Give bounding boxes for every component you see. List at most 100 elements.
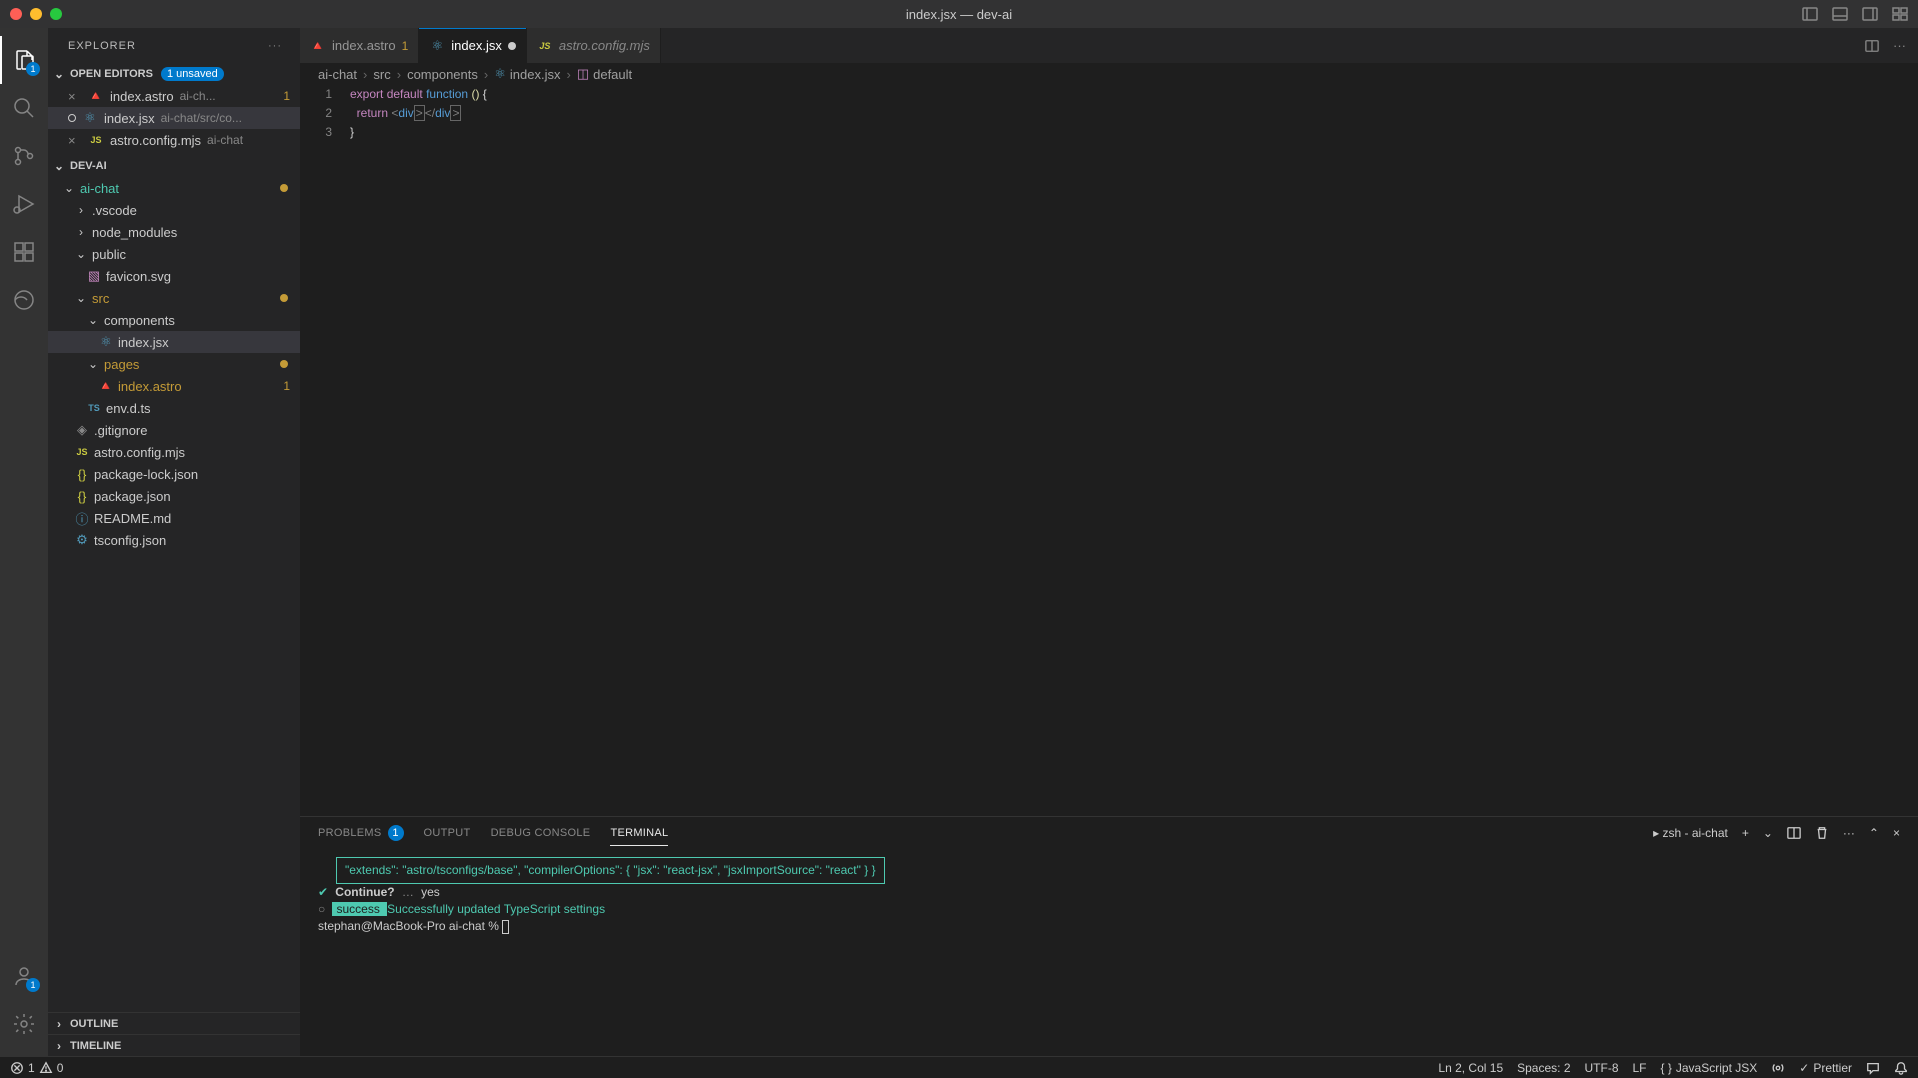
status-ln-col[interactable]: Ln 2, Col 15 — [1438, 1061, 1503, 1075]
status-bell-icon[interactable] — [1894, 1061, 1908, 1075]
panel-tab-output[interactable]: OUTPUT — [424, 821, 471, 845]
folder-public[interactable]: ⌄ public — [48, 243, 300, 265]
tab-astro-config[interactable]: JS astro.config.mjs — [527, 28, 661, 63]
panel-left-icon[interactable] — [1802, 6, 1818, 22]
tsconfig-file-icon: ⚙ — [74, 532, 90, 548]
panel-bottom-icon[interactable] — [1832, 6, 1848, 22]
terminal-shell-name[interactable]: ▸ zsh - ai-chat — [1653, 826, 1728, 840]
crumb[interactable]: src — [373, 67, 390, 82]
status-prettier[interactable]: ✓ Prettier — [1799, 1061, 1852, 1075]
tab-label: index.astro — [332, 38, 396, 53]
folder-src[interactable]: ⌄ src — [48, 287, 300, 309]
open-editors-header[interactable]: ⌄ OPEN EDITORS 1 unsaved — [48, 63, 300, 85]
maximize-panel-icon[interactable]: ⌃ — [1869, 826, 1879, 840]
react-file-icon: ⚛ — [82, 110, 98, 126]
status-lang[interactable]: { } JavaScript JSX — [1661, 1061, 1758, 1075]
crumb[interactable]: ai-chat — [318, 67, 357, 82]
breadcrumb[interactable]: ai-chat › src › components › ⚛ index.jsx… — [300, 63, 1918, 85]
file-readme[interactable]: ⓘ README.md — [48, 507, 300, 529]
file-gitignore[interactable]: ◈ .gitignore — [48, 419, 300, 441]
open-editor-item[interactable]: × JS astro.config.mjs ai-chat — [48, 129, 300, 151]
activity-search[interactable] — [0, 84, 48, 132]
minimize-window[interactable] — [30, 8, 42, 20]
file-index-jsx[interactable]: ⚛ index.jsx — [48, 331, 300, 353]
workspace-label: DEV-AI — [70, 160, 107, 172]
activity-extensions[interactable] — [0, 228, 48, 276]
activity-edge[interactable] — [0, 276, 48, 324]
crumb[interactable]: ⚛ index.jsx — [494, 66, 560, 82]
open-editor-item[interactable]: ⚛ index.jsx ai-chat/src/co... — [48, 107, 300, 129]
main-area: 🔺 index.astro 1 ⚛ index.jsx JS astro.con… — [300, 28, 1918, 1056]
crumb[interactable]: ◫ default — [577, 66, 632, 82]
workspace-header[interactable]: ⌄ DEV-AI — [48, 155, 300, 177]
file-package-json[interactable]: {} package.json — [48, 485, 300, 507]
folder-vscode[interactable]: › .vscode — [48, 199, 300, 221]
crumb[interactable]: components — [407, 67, 478, 82]
maximize-window[interactable] — [50, 8, 62, 20]
tab-index-jsx[interactable]: ⚛ index.jsx — [419, 28, 527, 63]
close-icon[interactable]: × — [68, 89, 82, 104]
panel-right-icon[interactable] — [1862, 6, 1878, 22]
file-package-lock[interactable]: {} package-lock.json — [48, 463, 300, 485]
file-name: index.jsx — [104, 111, 155, 126]
panel-tab-problems[interactable]: PROBLEMS 1 — [318, 819, 404, 847]
split-editor-icon[interactable] — [1865, 39, 1879, 53]
status-encoding[interactable]: UTF-8 — [1585, 1061, 1619, 1075]
file-tsconfig[interactable]: ⚙ tsconfig.json — [48, 529, 300, 551]
more-icon[interactable]: ··· — [1893, 38, 1906, 53]
explorer-badge: 1 — [26, 62, 40, 76]
close-icon[interactable]: × — [68, 133, 82, 148]
folder-components[interactable]: ⌄ components — [48, 309, 300, 331]
line-numbers: 1 2 3 — [300, 85, 350, 816]
close-window[interactable] — [10, 8, 22, 20]
folder-pages[interactable]: ⌄ pages — [48, 353, 300, 375]
panel-tab-debug[interactable]: DEBUG CONSOLE — [491, 821, 591, 845]
panel-tab-terminal[interactable]: TERMINAL — [610, 821, 668, 846]
close-panel-icon[interactable]: × — [1893, 826, 1900, 840]
folder-node-modules[interactable]: › node_modules — [48, 221, 300, 243]
code-content[interactable]: export default function () { return <div… — [350, 85, 1918, 816]
activity-accounts[interactable]: 1 — [0, 952, 48, 1000]
git-dot-icon — [280, 184, 288, 192]
activity-settings[interactable] — [0, 1000, 48, 1048]
tab-index-astro[interactable]: 🔺 index.astro 1 — [300, 28, 419, 63]
broadcast-icon — [1771, 1061, 1785, 1075]
folder-ai-chat[interactable]: ⌄ ai-chat — [48, 177, 300, 199]
status-eol[interactable]: LF — [1633, 1061, 1647, 1075]
svg-file-icon: ▧ — [86, 268, 102, 284]
activity-source-control[interactable] — [0, 132, 48, 180]
code-editor[interactable]: 1 2 3 export default function () { retur… — [300, 85, 1918, 816]
folder-label: public — [92, 247, 126, 262]
outline-header[interactable]: › OUTLINE — [48, 1012, 300, 1034]
terminal-output[interactable]: "extends": "astro/tsconfigs/base", "comp… — [300, 849, 1918, 1056]
astro-file-icon: 🔺 — [310, 38, 326, 54]
sidebar-more-icon[interactable]: ··· — [268, 40, 282, 52]
activity-explorer[interactable]: 1 — [0, 36, 48, 84]
file-favicon[interactable]: ▧ favicon.svg — [48, 265, 300, 287]
status-errors[interactable]: 1 0 — [10, 1061, 63, 1075]
status-go-live[interactable] — [1771, 1061, 1785, 1075]
status-feedback-icon[interactable] — [1866, 1061, 1880, 1075]
panel-more-icon[interactable]: ··· — [1843, 826, 1855, 840]
astro-file-icon: 🔺 — [88, 88, 104, 104]
open-editors-label: OPEN EDITORS — [70, 68, 153, 80]
open-editor-item[interactable]: × 🔺 index.astro ai-ch... 1 — [48, 85, 300, 107]
layout-icon[interactable] — [1892, 6, 1908, 22]
timeline-header[interactable]: › TIMELINE — [48, 1034, 300, 1056]
file-astro-config[interactable]: JS astro.config.mjs — [48, 441, 300, 463]
trash-icon[interactable] — [1815, 826, 1829, 840]
new-terminal-icon[interactable]: + — [1742, 826, 1749, 840]
terminal-chevron-icon[interactable]: ⌄ — [1763, 826, 1773, 840]
split-terminal-icon[interactable] — [1787, 826, 1801, 840]
warn-count: 1 — [283, 379, 290, 393]
activity-debug[interactable] — [0, 180, 48, 228]
sidebar-title: EXPLORER — [68, 40, 136, 52]
git-dot-icon — [280, 360, 288, 368]
status-spaces[interactable]: Spaces: 2 — [1517, 1061, 1570, 1075]
file-label: .gitignore — [94, 423, 147, 438]
file-label: index.astro — [118, 379, 182, 394]
warn-count: 1 — [283, 89, 290, 103]
file-index-astro[interactable]: 🔺 index.astro 1 — [48, 375, 300, 397]
file-label: README.md — [94, 511, 171, 526]
file-env[interactable]: TS env.d.ts — [48, 397, 300, 419]
